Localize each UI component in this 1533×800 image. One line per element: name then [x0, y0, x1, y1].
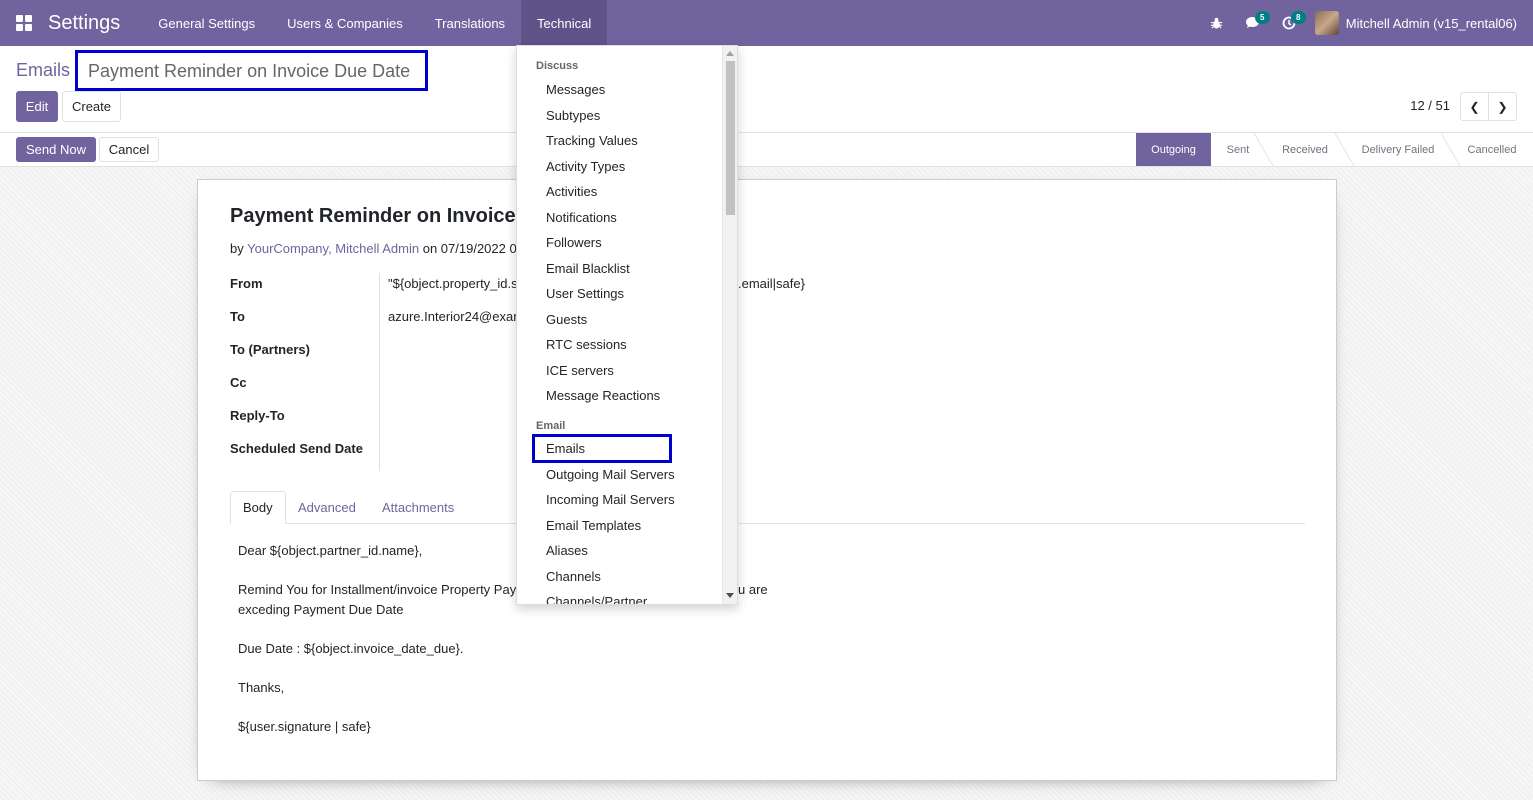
dropdown-item-subtypes[interactable]: Subtypes — [546, 108, 600, 123]
meta-by: by — [230, 241, 244, 256]
avatar — [1314, 11, 1339, 35]
to-label: To — [230, 309, 245, 324]
body-greeting: Dear ${object.partner_id.name}, — [238, 543, 423, 558]
field-divider — [379, 273, 380, 471]
messages-count-badge: 5 — [1254, 11, 1270, 24]
cc-label: Cc — [230, 375, 247, 390]
tab-body[interactable]: Body — [230, 491, 286, 524]
pager-previous-button[interactable]: ❮ — [1460, 92, 1489, 121]
menu-users-companies[interactable]: Users & Companies — [271, 0, 419, 46]
dropdown-item-email-templates[interactable]: Email Templates — [546, 518, 641, 533]
meta-date: on 07/19/2022 0 — [422, 241, 517, 256]
dropdown-item-channels[interactable]: Channels — [546, 569, 601, 584]
scroll-up-arrow-icon[interactable] — [726, 51, 734, 56]
dropdown-item-outgoing-mail-servers[interactable]: Outgoing Mail Servers — [546, 467, 675, 482]
send-now-button[interactable]: Send Now — [16, 137, 96, 162]
body-line-1: Remind You for Installment/invoice Prope… — [238, 582, 517, 597]
dropdown-item-aliases[interactable]: Aliases — [546, 543, 588, 558]
dropdown-scrollbar[interactable] — [722, 46, 737, 604]
app-name[interactable]: Settings — [48, 12, 120, 35]
breadcrumb-emails[interactable]: Emails — [16, 60, 70, 81]
tab-attachments[interactable]: Attachments — [370, 491, 466, 524]
user-name: Mitchell Admin (v15_rental06) — [1345, 15, 1517, 31]
menu-general-settings[interactable]: General Settings — [142, 0, 271, 46]
reply-to-label: Reply-To — [230, 408, 285, 423]
scheduled-send-date-label: Scheduled Send Date — [230, 441, 363, 456]
body-line-1-tail: u are — [738, 582, 768, 597]
menu-technical[interactable]: Technical — [521, 0, 608, 46]
apps-menu-icon[interactable] — [0, 0, 48, 46]
activities-clock-icon[interactable]: 8 — [1271, 0, 1307, 46]
stage-cancelled[interactable]: Cancelled — [1452, 133, 1532, 166]
dropdown-item-ice-servers[interactable]: ICE servers — [546, 363, 614, 378]
edit-button[interactable]: Edit — [16, 91, 58, 122]
messages-icon[interactable]: 5 — [1235, 0, 1271, 46]
scrollbar-thumb[interactable] — [726, 61, 735, 215]
bug-icon[interactable] — [1199, 0, 1235, 46]
dropdown-item-user-settings[interactable]: User Settings — [546, 286, 624, 301]
dropdown-item-rtc-sessions[interactable]: RTC sessions — [546, 337, 627, 352]
from-value-tail: .email|safe} — [738, 276, 805, 291]
notebook-tabs: Body Advanced Attachments — [230, 491, 1305, 524]
dropdown-item-activity-types[interactable]: Activity Types — [546, 159, 625, 174]
pager-next-button[interactable]: ❯ — [1488, 92, 1517, 121]
technical-dropdown-menu: Discuss Messages Subtypes Tracking Value… — [516, 45, 738, 605]
mail-subject-title: Payment Reminder on Invoice — [230, 205, 516, 227]
dropdown-item-emails[interactable]: Emails — [546, 441, 585, 456]
dropdown-item-tracking-values[interactable]: Tracking Values — [546, 133, 638, 148]
pager-value[interactable]: 12 / 51 — [1410, 98, 1450, 113]
chevron-left-icon: ❮ — [1469, 99, 1480, 114]
dropdown-item-followers[interactable]: Followers — [546, 235, 602, 250]
form-sheet: Payment Reminder on Invoice by YourCompa… — [197, 179, 1337, 781]
tab-advanced[interactable]: Advanced — [286, 491, 368, 524]
stage-delivery-failed[interactable]: Delivery Failed — [1346, 133, 1450, 166]
chevron-right-icon: ❯ — [1497, 99, 1508, 114]
form-statusbar: Send Now Cancel Outgoing Sent Received D… — [0, 133, 1533, 167]
dropdown-item-message-reactions[interactable]: Message Reactions — [546, 388, 660, 403]
dropdown-header-email: Email — [536, 420, 566, 432]
menu-translations[interactable]: Translations — [419, 0, 521, 46]
create-button[interactable]: Create — [62, 91, 121, 122]
body-line-2: exceding Payment Due Date — [238, 602, 404, 617]
mail-meta: by YourCompany, Mitchell Admin on 07/19/… — [230, 241, 517, 256]
from-label: From — [230, 276, 263, 291]
body-signature: ${user.signature | safe} — [238, 719, 371, 734]
to-partners-label: To (Partners) — [230, 342, 310, 357]
activities-count-badge: 8 — [1290, 11, 1306, 24]
body-due-date: Due Date : ${object.invoice_date_due}. — [238, 641, 464, 656]
dropdown-item-messages[interactable]: Messages — [546, 82, 605, 97]
meta-authors-link[interactable]: YourCompany, Mitchell Admin — [247, 241, 419, 256]
cancel-button[interactable]: Cancel — [99, 137, 159, 162]
dropdown-item-activities[interactable]: Activities — [546, 184, 597, 199]
breadcrumb-current-record: Payment Reminder on Invoice Due Date — [75, 50, 428, 91]
dropdown-item-notifications[interactable]: Notifications — [546, 210, 617, 225]
scroll-down-arrow-icon[interactable] — [726, 593, 734, 598]
control-panel: Emails Payment Reminder on Invoice Due D… — [0, 46, 1533, 133]
body-thanks: Thanks, — [238, 680, 285, 695]
dropdown-item-email-blacklist[interactable]: Email Blacklist — [546, 261, 630, 276]
dropdown-header-discuss: Discuss — [536, 60, 579, 72]
dropdown-item-channels-partner[interactable]: Channels/Partner — [546, 594, 647, 604]
top-navbar: Settings General Settings Users & Compan… — [0, 0, 1533, 46]
dropdown-item-incoming-mail-servers[interactable]: Incoming Mail Servers — [546, 492, 675, 507]
from-value: "${object.property_id.s — [388, 276, 518, 291]
stage-received[interactable]: Received — [1266, 133, 1344, 166]
user-menu[interactable]: Mitchell Admin (v15_rental06) — [1307, 11, 1533, 35]
stage-outgoing[interactable]: Outgoing — [1136, 133, 1211, 166]
dropdown-item-guests[interactable]: Guests — [546, 312, 587, 327]
to-value: azure.Interior24@exar — [388, 309, 518, 324]
